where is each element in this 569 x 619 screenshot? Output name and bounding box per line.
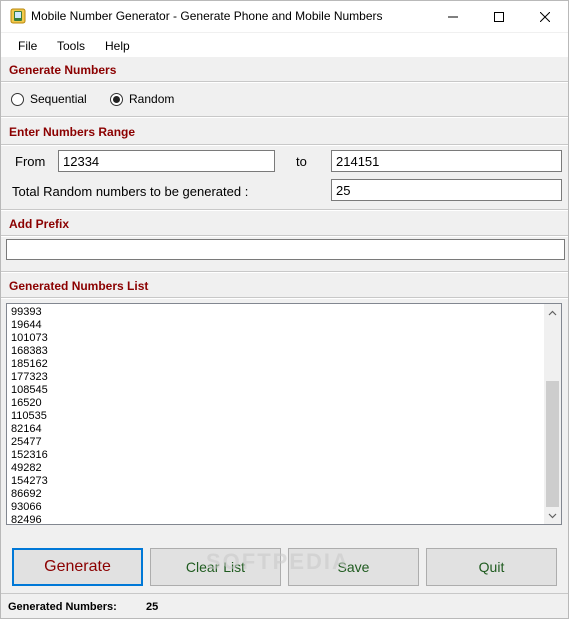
list-item[interactable]: 177323: [11, 371, 48, 384]
menu-file[interactable]: File: [18, 39, 37, 53]
to-label: to: [296, 154, 307, 169]
list-item[interactable]: 154273: [11, 475, 48, 488]
prefix-input[interactable]: [6, 239, 565, 260]
list-item[interactable]: 82496: [11, 514, 48, 527]
status-value: 25: [146, 601, 159, 613]
menu-bar: File Tools Help: [1, 32, 568, 57]
prefix-section-title: Add Prefix: [9, 217, 70, 231]
close-icon[interactable]: [522, 1, 568, 32]
radio-random[interactable]: Random: [110, 92, 174, 106]
scroll-down-icon[interactable]: [544, 507, 561, 524]
list-item[interactable]: 93066: [11, 501, 48, 514]
to-input[interactable]: [331, 150, 562, 172]
status-bar: Generated Numbers: 25: [1, 593, 568, 618]
menu-help[interactable]: Help: [105, 39, 130, 53]
list-item[interactable]: 185162: [11, 358, 48, 371]
list-item[interactable]: 99393: [11, 306, 48, 319]
generate-button[interactable]: Generate: [12, 548, 143, 586]
from-input[interactable]: [58, 150, 275, 172]
generate-section-title: Generate Numbers: [9, 63, 117, 77]
list-item[interactable]: 110535: [11, 410, 48, 423]
list-section-title: Generated Numbers List: [9, 279, 149, 293]
list-items: 99393 19644 101073 168383 185162 177323 108545…: [11, 306, 48, 527]
vertical-scrollbar[interactable]: [544, 304, 561, 524]
count-label: Total Random numbers to be generated :: [12, 184, 249, 199]
list-item[interactable]: 82164: [11, 423, 48, 436]
radio-random-label: Random: [129, 92, 175, 106]
app-icon: [10, 8, 26, 24]
main-content: Generate Numbers Sequential Random Enter…: [1, 57, 568, 618]
radio-sequential-label: Sequential: [30, 92, 87, 106]
list-item[interactable]: 168383: [11, 345, 48, 358]
app-window: Mobile Number Generator - Generate Phone…: [0, 0, 569, 619]
list-item[interactable]: 19644: [11, 319, 48, 332]
window-title: Mobile Number Generator - Generate Phone…: [31, 9, 383, 23]
save-button[interactable]: Save: [288, 548, 419, 586]
radio-sequential[interactable]: Sequential: [11, 92, 87, 106]
count-input[interactable]: [331, 179, 562, 201]
list-item[interactable]: 16520: [11, 397, 48, 410]
from-label: From: [15, 154, 46, 169]
list-item[interactable]: 101073: [11, 332, 48, 345]
list-item[interactable]: 25477: [11, 436, 48, 449]
list-item[interactable]: 49282: [11, 462, 48, 475]
minimize-icon[interactable]: [430, 1, 476, 32]
generated-numbers-list[interactable]: 99393 19644 101073 168383 185162 177323 108545…: [6, 303, 562, 527]
title-bar[interactable]: Mobile Number Generator - Generate Phone…: [1, 1, 568, 32]
scroll-thumb[interactable]: [546, 381, 559, 507]
list-item[interactable]: 108545: [11, 384, 48, 397]
quit-button[interactable]: Quit: [426, 548, 557, 586]
radio-circle[interactable]: [11, 92, 24, 106]
maximize-icon[interactable]: [476, 1, 522, 32]
status-label: Generated Numbers:: [8, 601, 117, 613]
scroll-up-icon[interactable]: [544, 304, 561, 321]
list-item[interactable]: 86692: [11, 488, 48, 501]
list-item[interactable]: 152316: [11, 449, 48, 462]
range-section-title: Enter Numbers Range: [9, 125, 136, 139]
clear-list-button[interactable]: Clear List: [150, 548, 281, 586]
radio-circle-checked[interactable]: [110, 92, 123, 106]
menu-tools[interactable]: Tools: [57, 39, 85, 53]
